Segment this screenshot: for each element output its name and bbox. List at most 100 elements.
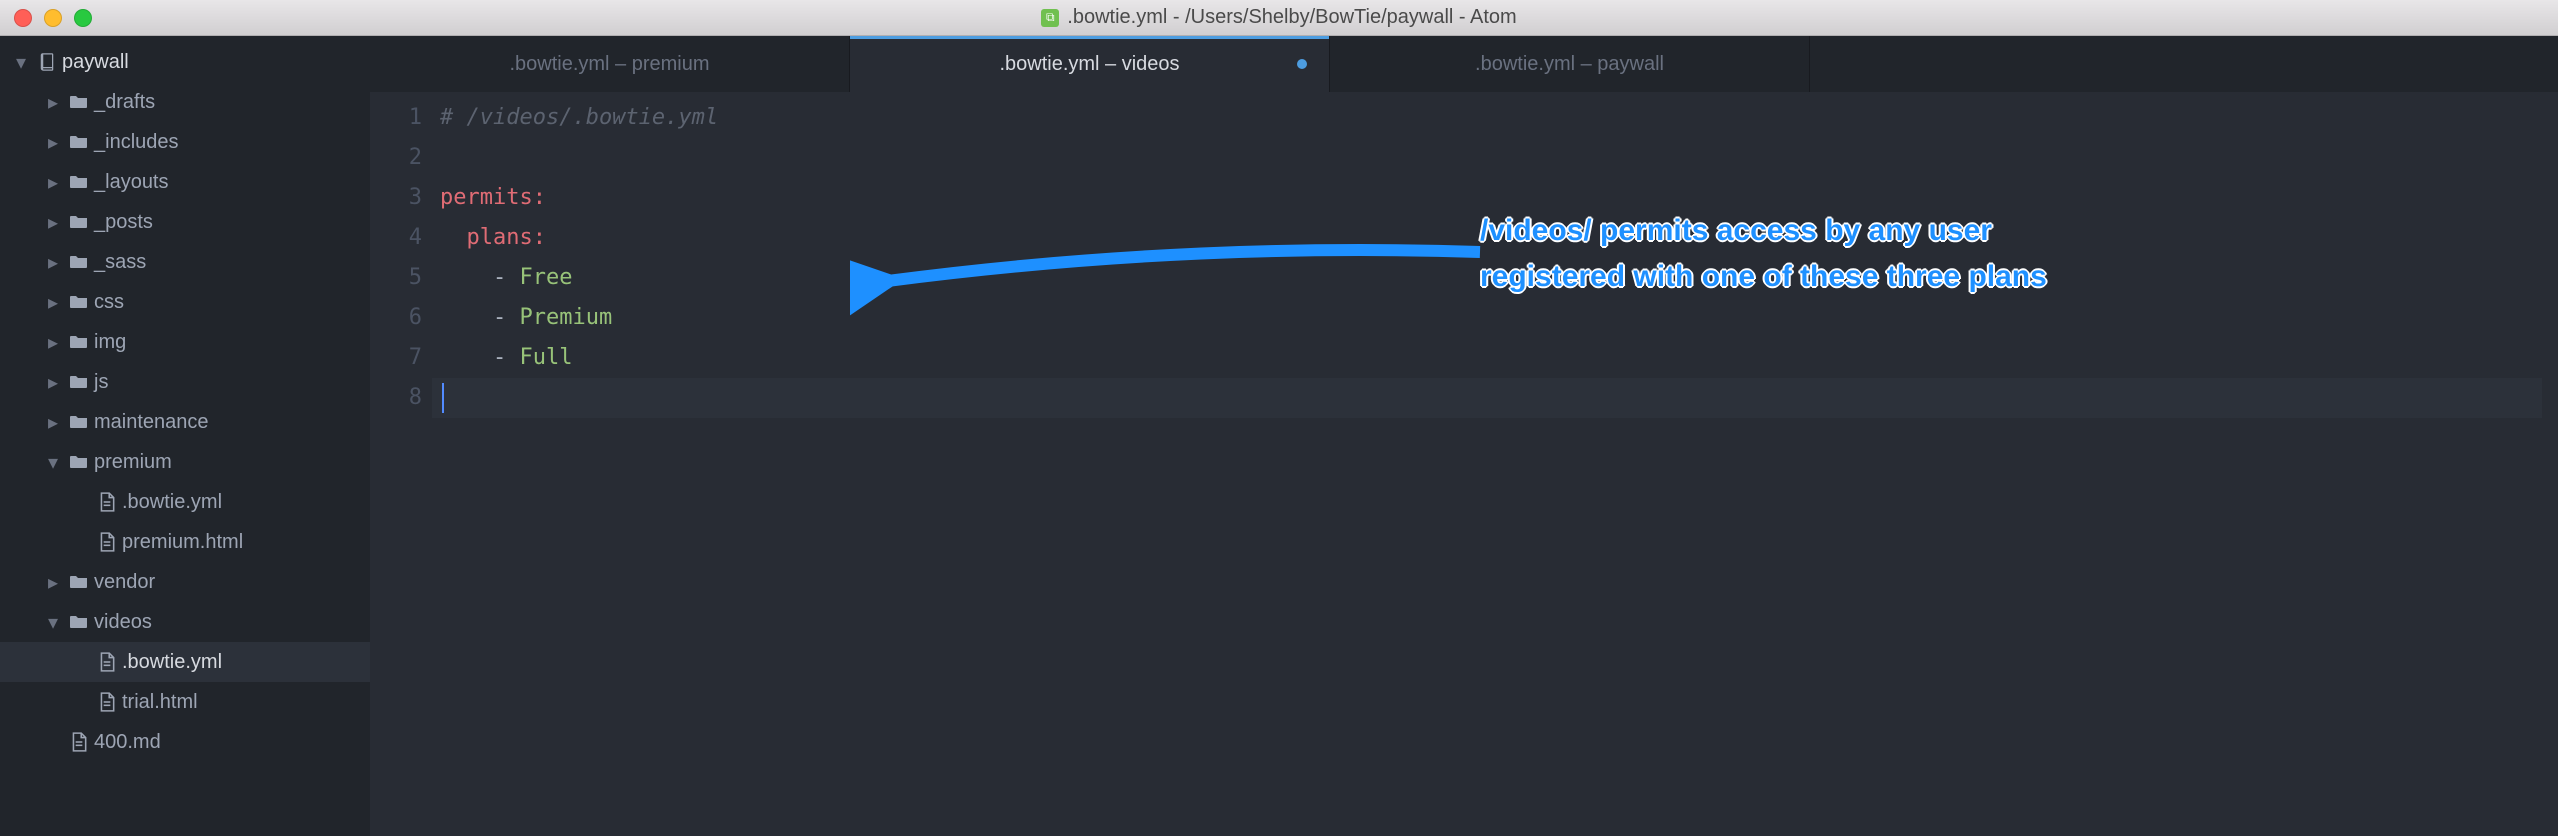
tree-item-label: _layouts	[92, 171, 169, 194]
folder-icon	[66, 454, 92, 470]
folder-icon	[66, 174, 92, 190]
folder-icon	[66, 414, 92, 430]
tree-root[interactable]: ▾ paywall	[0, 42, 370, 82]
code-editor[interactable]: 1 2 3 4 5 6 7 8 # /videos/.bowtie.yml pe…	[370, 92, 2558, 836]
annotation-line: /videos/ permits access by any user	[1480, 214, 1992, 247]
tree-item-label: maintenance	[92, 411, 209, 434]
file-icon	[94, 692, 120, 712]
chevron-right-icon: ▸	[48, 290, 66, 315]
line-number: 8	[370, 378, 440, 418]
code-area[interactable]: # /videos/.bowtie.yml permits: plans: - …	[440, 92, 2542, 836]
tab-premium[interactable]: .bowtie.yml – premium	[370, 36, 850, 92]
tree-item-label: _sass	[92, 251, 146, 274]
chevron-right-icon: ▸	[48, 570, 66, 595]
chevron-right-icon: ▸	[48, 90, 66, 115]
editor-tabs: .bowtie.yml – premium .bowtie.yml – vide…	[370, 36, 2558, 92]
folder-icon	[66, 134, 92, 150]
tab-paywall[interactable]: .bowtie.yml – paywall	[1330, 36, 1810, 92]
line-number: 1	[370, 98, 440, 138]
line-number: 3	[370, 178, 440, 218]
code-line: - Full	[440, 338, 2542, 378]
tree-folder[interactable]: ▸ _layouts	[0, 162, 370, 202]
code-line-current	[432, 378, 2542, 418]
tree-file[interactable]: trial.html	[0, 682, 370, 722]
tree-item-label: videos	[92, 611, 152, 634]
modified-indicator-icon	[1297, 59, 1307, 69]
chevron-right-icon: ▸	[48, 330, 66, 355]
tree-folder[interactable]: ▸ css	[0, 282, 370, 322]
code-line: # /videos/.bowtie.yml	[440, 98, 2542, 138]
file-icon	[94, 492, 120, 512]
chevron-right-icon: ▸	[48, 170, 66, 195]
chevron-down-icon: ▾	[48, 610, 66, 635]
line-number: 7	[370, 338, 440, 378]
repo-icon	[34, 52, 60, 72]
tree-folder[interactable]: ▸ js	[0, 362, 370, 402]
file-icon	[94, 532, 120, 552]
yaml-value: Premium	[519, 305, 612, 330]
tree-item-label: 400.md	[92, 731, 161, 754]
tree-item-label: css	[92, 291, 124, 314]
tree-item-label: img	[92, 331, 126, 354]
chevron-right-icon: ▸	[48, 370, 66, 395]
tab-label: .bowtie.yml – videos	[999, 53, 1179, 76]
yaml-key: plans:	[467, 225, 546, 250]
chevron-down-icon: ▾	[48, 450, 66, 475]
tree-folder[interactable]: ▾ premium	[0, 442, 370, 482]
line-number: 5	[370, 258, 440, 298]
folder-icon	[66, 214, 92, 230]
chevron-right-icon: ▸	[48, 250, 66, 275]
folder-icon	[66, 614, 92, 630]
yaml-value: Full	[519, 345, 572, 370]
tree-item-label: premium	[92, 451, 172, 474]
tree-item-label: .bowtie.yml	[120, 651, 222, 674]
line-number: 6	[370, 298, 440, 338]
tree-item-label: _drafts	[92, 91, 155, 114]
window-title: ⧉ .bowtie.yml - /Users/Shelby/BowTie/pay…	[0, 6, 2558, 29]
tree-item-label: _posts	[92, 211, 153, 234]
chevron-right-icon: ▸	[48, 410, 66, 435]
chevron-right-icon: ▸	[48, 210, 66, 235]
tree-item-label: js	[92, 371, 108, 394]
line-number: 2	[370, 138, 440, 178]
text-cursor	[442, 383, 444, 413]
folder-icon	[66, 254, 92, 270]
comment-text: # /videos/.bowtie.yml	[440, 105, 718, 130]
tree-item-label: .bowtie.yml	[120, 491, 222, 514]
tree-folder[interactable]: ▸vendor	[0, 562, 370, 602]
tab-label: .bowtie.yml – premium	[509, 53, 709, 76]
tree-folder[interactable]: ▸ img	[0, 322, 370, 362]
tree-root-label: paywall	[60, 51, 129, 74]
window-titlebar: ⧉ .bowtie.yml - /Users/Shelby/BowTie/pay…	[0, 0, 2558, 36]
tree-folder[interactable]: ▸ _drafts	[0, 82, 370, 122]
line-number: 4	[370, 218, 440, 258]
code-line	[440, 138, 2542, 178]
tree-file[interactable]: premium.html	[0, 522, 370, 562]
tree-file[interactable]: .bowtie.yml	[0, 482, 370, 522]
file-icon	[94, 652, 120, 672]
file-type-icon: ⧉	[1041, 9, 1059, 27]
chevron-right-icon: ▸	[48, 130, 66, 155]
annotation-text: /videos/ permits access by any user regi…	[1480, 208, 2047, 300]
tree-item-label: _includes	[92, 131, 179, 154]
tree-folder[interactable]: ▸ _sass	[0, 242, 370, 282]
tree-file[interactable]: 400.md	[0, 722, 370, 762]
tree-file[interactable]: .bowtie.yml	[0, 642, 370, 682]
code-line: - Premium	[440, 298, 2542, 338]
file-tree[interactable]: ▾ paywall ▸ _drafts ▸ _includes ▸ _layouts ▸ _p…	[0, 36, 370, 836]
line-number-gutter: 1 2 3 4 5 6 7 8	[370, 92, 440, 836]
folder-icon	[66, 94, 92, 110]
folder-icon	[66, 294, 92, 310]
tree-folder[interactable]: ▾ videos	[0, 602, 370, 642]
tree-folder[interactable]: ▸ _includes	[0, 122, 370, 162]
annotation-line: registered with one of these three plans	[1480, 260, 2047, 293]
folder-icon	[66, 334, 92, 350]
folder-icon	[66, 374, 92, 390]
tab-label: .bowtie.yml – paywall	[1475, 53, 1664, 76]
tree-folder[interactable]: ▸ maintenance	[0, 402, 370, 442]
tree-item-label: premium.html	[120, 531, 243, 554]
tree-item-label: trial.html	[120, 691, 198, 714]
folder-icon	[66, 574, 92, 590]
tab-videos[interactable]: .bowtie.yml – videos	[850, 36, 1330, 92]
tree-folder[interactable]: ▸ _posts	[0, 202, 370, 242]
